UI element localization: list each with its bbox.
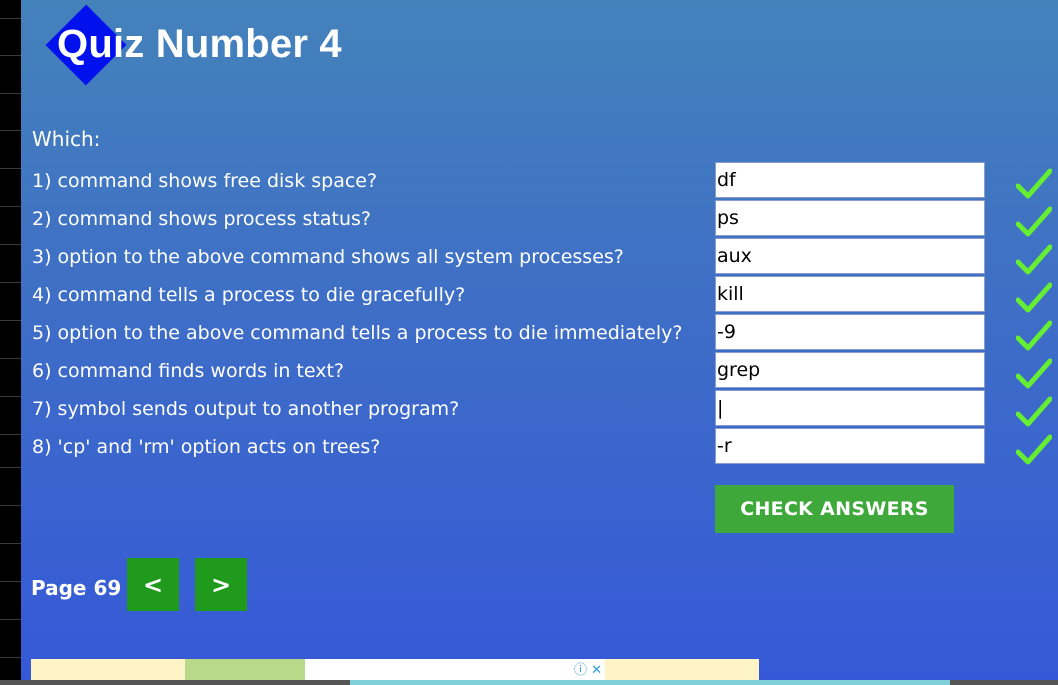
checkmark-icon <box>1016 206 1052 237</box>
checkmark-icon <box>1016 434 1052 465</box>
checkmark-icon <box>1016 168 1052 199</box>
check-answers-button[interactable]: CHECK ANSWERS <box>715 485 954 533</box>
page-number-label: Page 69 <box>31 576 122 600</box>
previous-page-button[interactable]: < <box>127 558 179 611</box>
answer-input-6[interactable] <box>715 352 985 388</box>
answer-input-4[interactable] <box>715 276 985 312</box>
page-title: Quiz Number 4 <box>57 22 342 66</box>
bottom-ad-strip-accent <box>350 680 950 685</box>
question-7: 7) symbol sends output to another progra… <box>32 398 460 420</box>
answer-input-7[interactable] <box>715 390 985 426</box>
next-page-button[interactable]: > <box>195 558 247 611</box>
question-4: 4) command tells a process to die gracef… <box>32 284 466 306</box>
ad-info-close-icon[interactable]: ⓘ ✕ <box>574 659 602 678</box>
answer-input-3[interactable] <box>715 238 985 274</box>
question-6: 6) command finds words in text? <box>32 360 345 382</box>
question-3: 3) option to the above command shows all… <box>32 246 624 268</box>
checkmark-icon <box>1016 320 1052 351</box>
answer-input-8[interactable] <box>715 428 985 464</box>
checkmark-icon <box>1016 244 1052 275</box>
question-1: 1) command shows free disk space? <box>32 170 378 192</box>
question-5: 5) option to the above command tells a p… <box>32 322 683 344</box>
quiz-intro: Which: <box>32 127 101 151</box>
answer-input-5[interactable] <box>715 314 985 350</box>
checkmark-icon <box>1016 358 1052 389</box>
answer-input-2[interactable] <box>715 200 985 236</box>
answer-input-1[interactable] <box>715 162 985 198</box>
checkmark-icon <box>1016 396 1052 427</box>
checkmark-icon <box>1016 282 1052 313</box>
question-8: 8) 'cp' and 'rm' option acts on trees? <box>32 436 381 458</box>
question-2: 2) command shows process status? <box>32 208 371 230</box>
left-edge-strip <box>0 0 21 685</box>
